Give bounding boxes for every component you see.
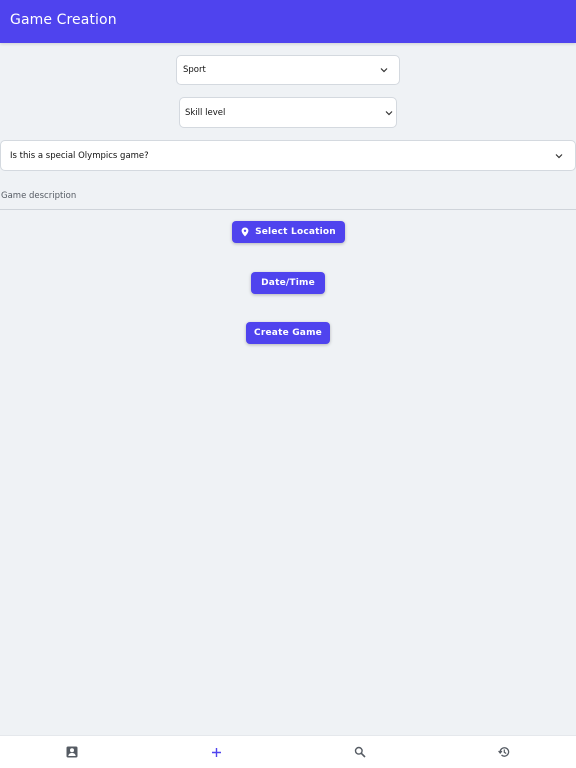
skill-level-select[interactable]: Skill level	[179, 97, 397, 128]
history-icon	[498, 743, 510, 762]
date-time-button[interactable]: Date/Time	[251, 272, 325, 294]
special-olympics-select[interactable]: Is this a special Olympics game?	[0, 140, 576, 171]
chevron-down-icon	[379, 65, 389, 75]
nav-history-tab[interactable]	[496, 744, 512, 760]
sport-select-label: Sport	[183, 65, 206, 75]
game-creation-screen: Game Creation Sport Skill level Is this …	[0, 0, 576, 768]
select-location-label: Select Location	[255, 227, 336, 237]
create-game-button[interactable]: Create Game	[246, 322, 330, 344]
nav-search-tab[interactable]	[352, 744, 368, 760]
location-pin-icon	[241, 227, 249, 237]
date-time-label: Date/Time	[261, 278, 315, 288]
nav-add-tab[interactable]	[208, 744, 224, 760]
search-icon	[354, 743, 366, 762]
special-olympics-select-label: Is this a special Olympics game?	[10, 150, 149, 161]
select-location-button[interactable]: Select Location	[232, 221, 345, 243]
bottom-navigation	[0, 735, 576, 768]
sport-select[interactable]: Sport	[176, 55, 400, 85]
game-description-input[interactable]	[0, 209, 576, 210]
game-description-label: Game description	[1, 191, 77, 201]
app-header: Game Creation	[0, 0, 576, 43]
chevron-down-icon	[554, 151, 564, 161]
add-icon	[211, 743, 222, 762]
profile-icon	[66, 743, 78, 762]
skill-level-select-label: Skill level	[185, 107, 226, 118]
page-title: Game Creation	[10, 12, 117, 28]
chevron-down-icon	[384, 108, 394, 118]
nav-profile-tab[interactable]	[64, 744, 80, 760]
create-game-label: Create Game	[254, 328, 322, 338]
